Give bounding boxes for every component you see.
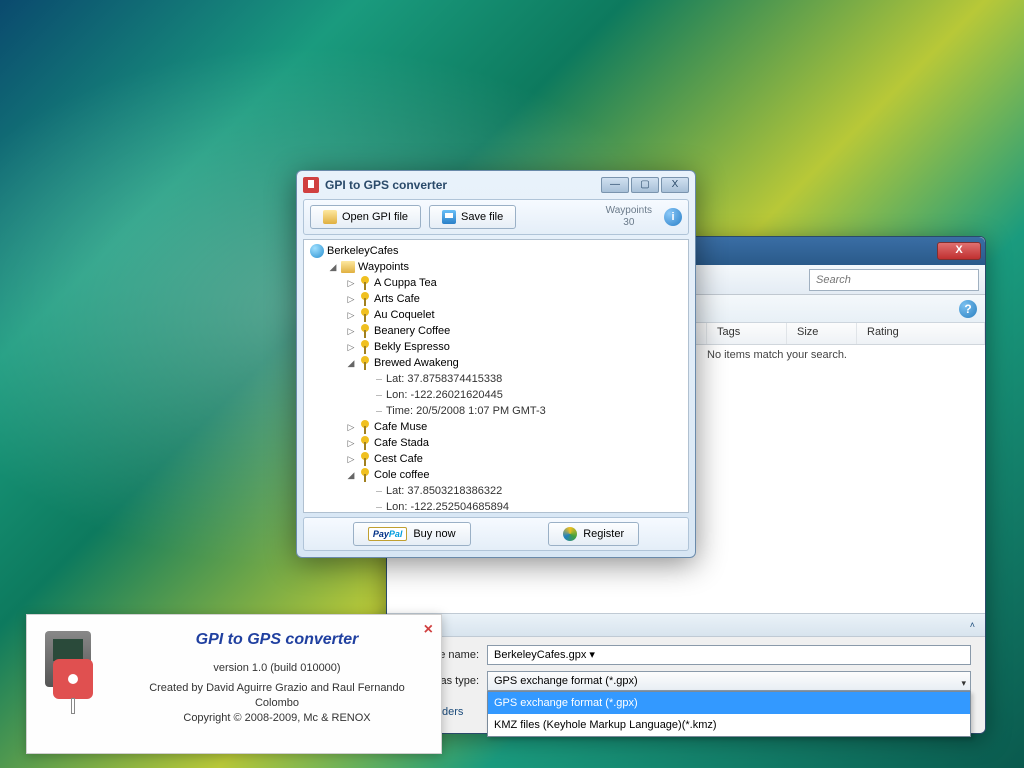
- pushpin-icon: [359, 276, 371, 290]
- close-button[interactable]: X: [937, 242, 981, 260]
- tree-root[interactable]: BerkeleyCafes: [308, 243, 686, 259]
- about-title: GPI to GPS converter: [129, 629, 425, 651]
- col-tags[interactable]: Tags: [707, 323, 787, 344]
- pushpin-icon: [359, 308, 371, 322]
- chevron-down-icon[interactable]: ▾: [589, 649, 595, 661]
- about-dialog: × GPI to GPS converter version 1.0 (buil…: [26, 614, 442, 754]
- pushpin-icon: [359, 420, 371, 434]
- app-icon: [303, 177, 319, 193]
- tree-item-label: Bekly Espresso: [374, 339, 450, 355]
- saveas-bottom-panel: File name: BerkeleyCafes.gpx ▾ Save as t…: [387, 637, 985, 733]
- option-gpx[interactable]: GPS exchange format (*.gpx): [488, 692, 970, 714]
- pushpin-icon: [359, 468, 371, 482]
- tree-item[interactable]: ▷ Beanery Coffee: [344, 323, 686, 339]
- tree-item-label: A Cuppa Tea: [374, 275, 437, 291]
- pushpin-icon: [359, 340, 371, 354]
- disk-icon: [442, 210, 456, 224]
- col-size[interactable]: Size: [787, 323, 857, 344]
- main-footer: PayPal Buy now Register: [303, 517, 689, 551]
- pushpin-icon: [359, 292, 371, 306]
- globe-icon: [310, 244, 324, 258]
- paypal-icon: PayPal: [368, 527, 408, 541]
- tree-item-label: Cafe Stada: [374, 435, 429, 451]
- tree-detail: Lon: -122.26021620445: [362, 387, 686, 403]
- about-version: version 1.0 (build 010000): [129, 661, 425, 676]
- tree-item-label: Cafe Muse: [374, 419, 427, 435]
- tree-item[interactable]: ◢ Brewed Awakeng: [344, 355, 686, 371]
- open-gpi-button[interactable]: Open GPI file: [310, 205, 421, 229]
- buy-now-button[interactable]: PayPal Buy now: [353, 522, 471, 546]
- tree-item-label: Au Coquelet: [374, 307, 435, 323]
- tree-item[interactable]: ▷ Cafe Stada: [344, 435, 686, 451]
- pushpin-icon: [359, 324, 371, 338]
- expand-icon[interactable]: ▷: [346, 339, 356, 355]
- expand-icon[interactable]: ▷: [346, 451, 356, 467]
- tree-item[interactable]: ▷ Cest Cafe: [344, 451, 686, 467]
- main-titlebar[interactable]: GPI to GPS converter — ▢ X: [297, 171, 695, 199]
- expand-icon[interactable]: ▷: [346, 275, 356, 291]
- main-toolbar: Open GPI file Save file Waypoints 30 i: [303, 199, 689, 235]
- minimize-button[interactable]: —: [601, 177, 629, 193]
- collapse-icon[interactable]: ◢: [346, 355, 356, 371]
- tree-item[interactable]: ▷ Cafe Muse: [344, 419, 686, 435]
- expand-icon[interactable]: ▷: [346, 435, 356, 451]
- expand-icon[interactable]: ▷: [346, 291, 356, 307]
- close-button[interactable]: X: [661, 177, 689, 193]
- empty-message: No items match your search.: [707, 349, 847, 361]
- filename-input[interactable]: BerkeleyCafes.gpx ▾: [487, 645, 971, 665]
- info-icon[interactable]: i: [664, 208, 682, 226]
- about-copyright: Copyright © 2008-2009, Mc & RENOX: [129, 711, 425, 726]
- about-logo: [39, 631, 109, 701]
- expand-icon[interactable]: ▷: [346, 307, 356, 323]
- main-window: GPI to GPS converter — ▢ X Open GPI file…: [296, 170, 696, 558]
- saveastype-dropdown[interactable]: GPS exchange format (*.gpx) ▾ GPS exchan…: [487, 671, 971, 691]
- folders-bar[interactable]: Folders ˄: [387, 613, 985, 637]
- help-icon[interactable]: ?: [959, 300, 977, 318]
- tree-item-label: Cole coffee: [374, 467, 429, 483]
- pushpin-icon: [359, 356, 371, 370]
- tree-item-label: Brewed Awakeng: [374, 355, 459, 371]
- save-file-button[interactable]: Save file: [429, 205, 516, 229]
- collapse-icon[interactable]: ◢: [346, 467, 356, 483]
- tree-folder-waypoints[interactable]: ◢ Waypoints: [326, 259, 686, 275]
- waypoints-counter: Waypoints 30: [606, 205, 656, 229]
- saveastype-options: GPS exchange format (*.gpx) KMZ files (K…: [487, 691, 971, 737]
- about-created: Created by David Aguirre Grazio and Raul…: [129, 681, 425, 711]
- collapse-icon[interactable]: ◢: [328, 259, 338, 275]
- tree-detail: Time: 20/5/2008 1:07 PM GMT-3: [362, 403, 686, 419]
- maximize-button[interactable]: ▢: [631, 177, 659, 193]
- tree-detail: Lat: 37.8503218386322: [362, 483, 686, 499]
- tree-item[interactable]: ▷ Au Coquelet: [344, 307, 686, 323]
- expand-icon[interactable]: ▷: [346, 419, 356, 435]
- window-title: GPI to GPS converter: [325, 178, 601, 192]
- folder-icon: [323, 210, 337, 224]
- tree-detail: Lon: -122.252504685894: [362, 499, 686, 513]
- col-rating[interactable]: Rating: [857, 323, 985, 344]
- chevron-down-icon[interactable]: ▾: [961, 674, 966, 692]
- close-icon[interactable]: ×: [424, 621, 433, 639]
- pushpin-icon: [359, 452, 371, 466]
- tree-item[interactable]: ▷ A Cuppa Tea: [344, 275, 686, 291]
- tree-item-label: Beanery Coffee: [374, 323, 450, 339]
- register-button[interactable]: Register: [548, 522, 639, 546]
- chevron-up-icon: ˄: [970, 613, 975, 637]
- search-input[interactable]: [809, 269, 979, 291]
- option-kmz[interactable]: KMZ files (Keyhole Markup Language)(*.km…: [488, 714, 970, 736]
- tree-item[interactable]: ◢ Cole coffee: [344, 467, 686, 483]
- register-icon: [563, 527, 577, 541]
- folder-icon: [341, 261, 355, 273]
- expand-icon[interactable]: ▷: [346, 323, 356, 339]
- tree-item-label: Arts Cafe: [374, 291, 420, 307]
- pushpin-icon: [359, 436, 371, 450]
- tree-detail: Lat: 37.8758374415338: [362, 371, 686, 387]
- tree-item[interactable]: ▷ Arts Cafe: [344, 291, 686, 307]
- waypoint-tree[interactable]: BerkeleyCafes ◢ Waypoints ▷ A Cuppa Tea ▷ A…: [303, 239, 689, 513]
- tree-item-label: Cest Cafe: [374, 451, 423, 467]
- tree-item[interactable]: ▷ Bekly Espresso: [344, 339, 686, 355]
